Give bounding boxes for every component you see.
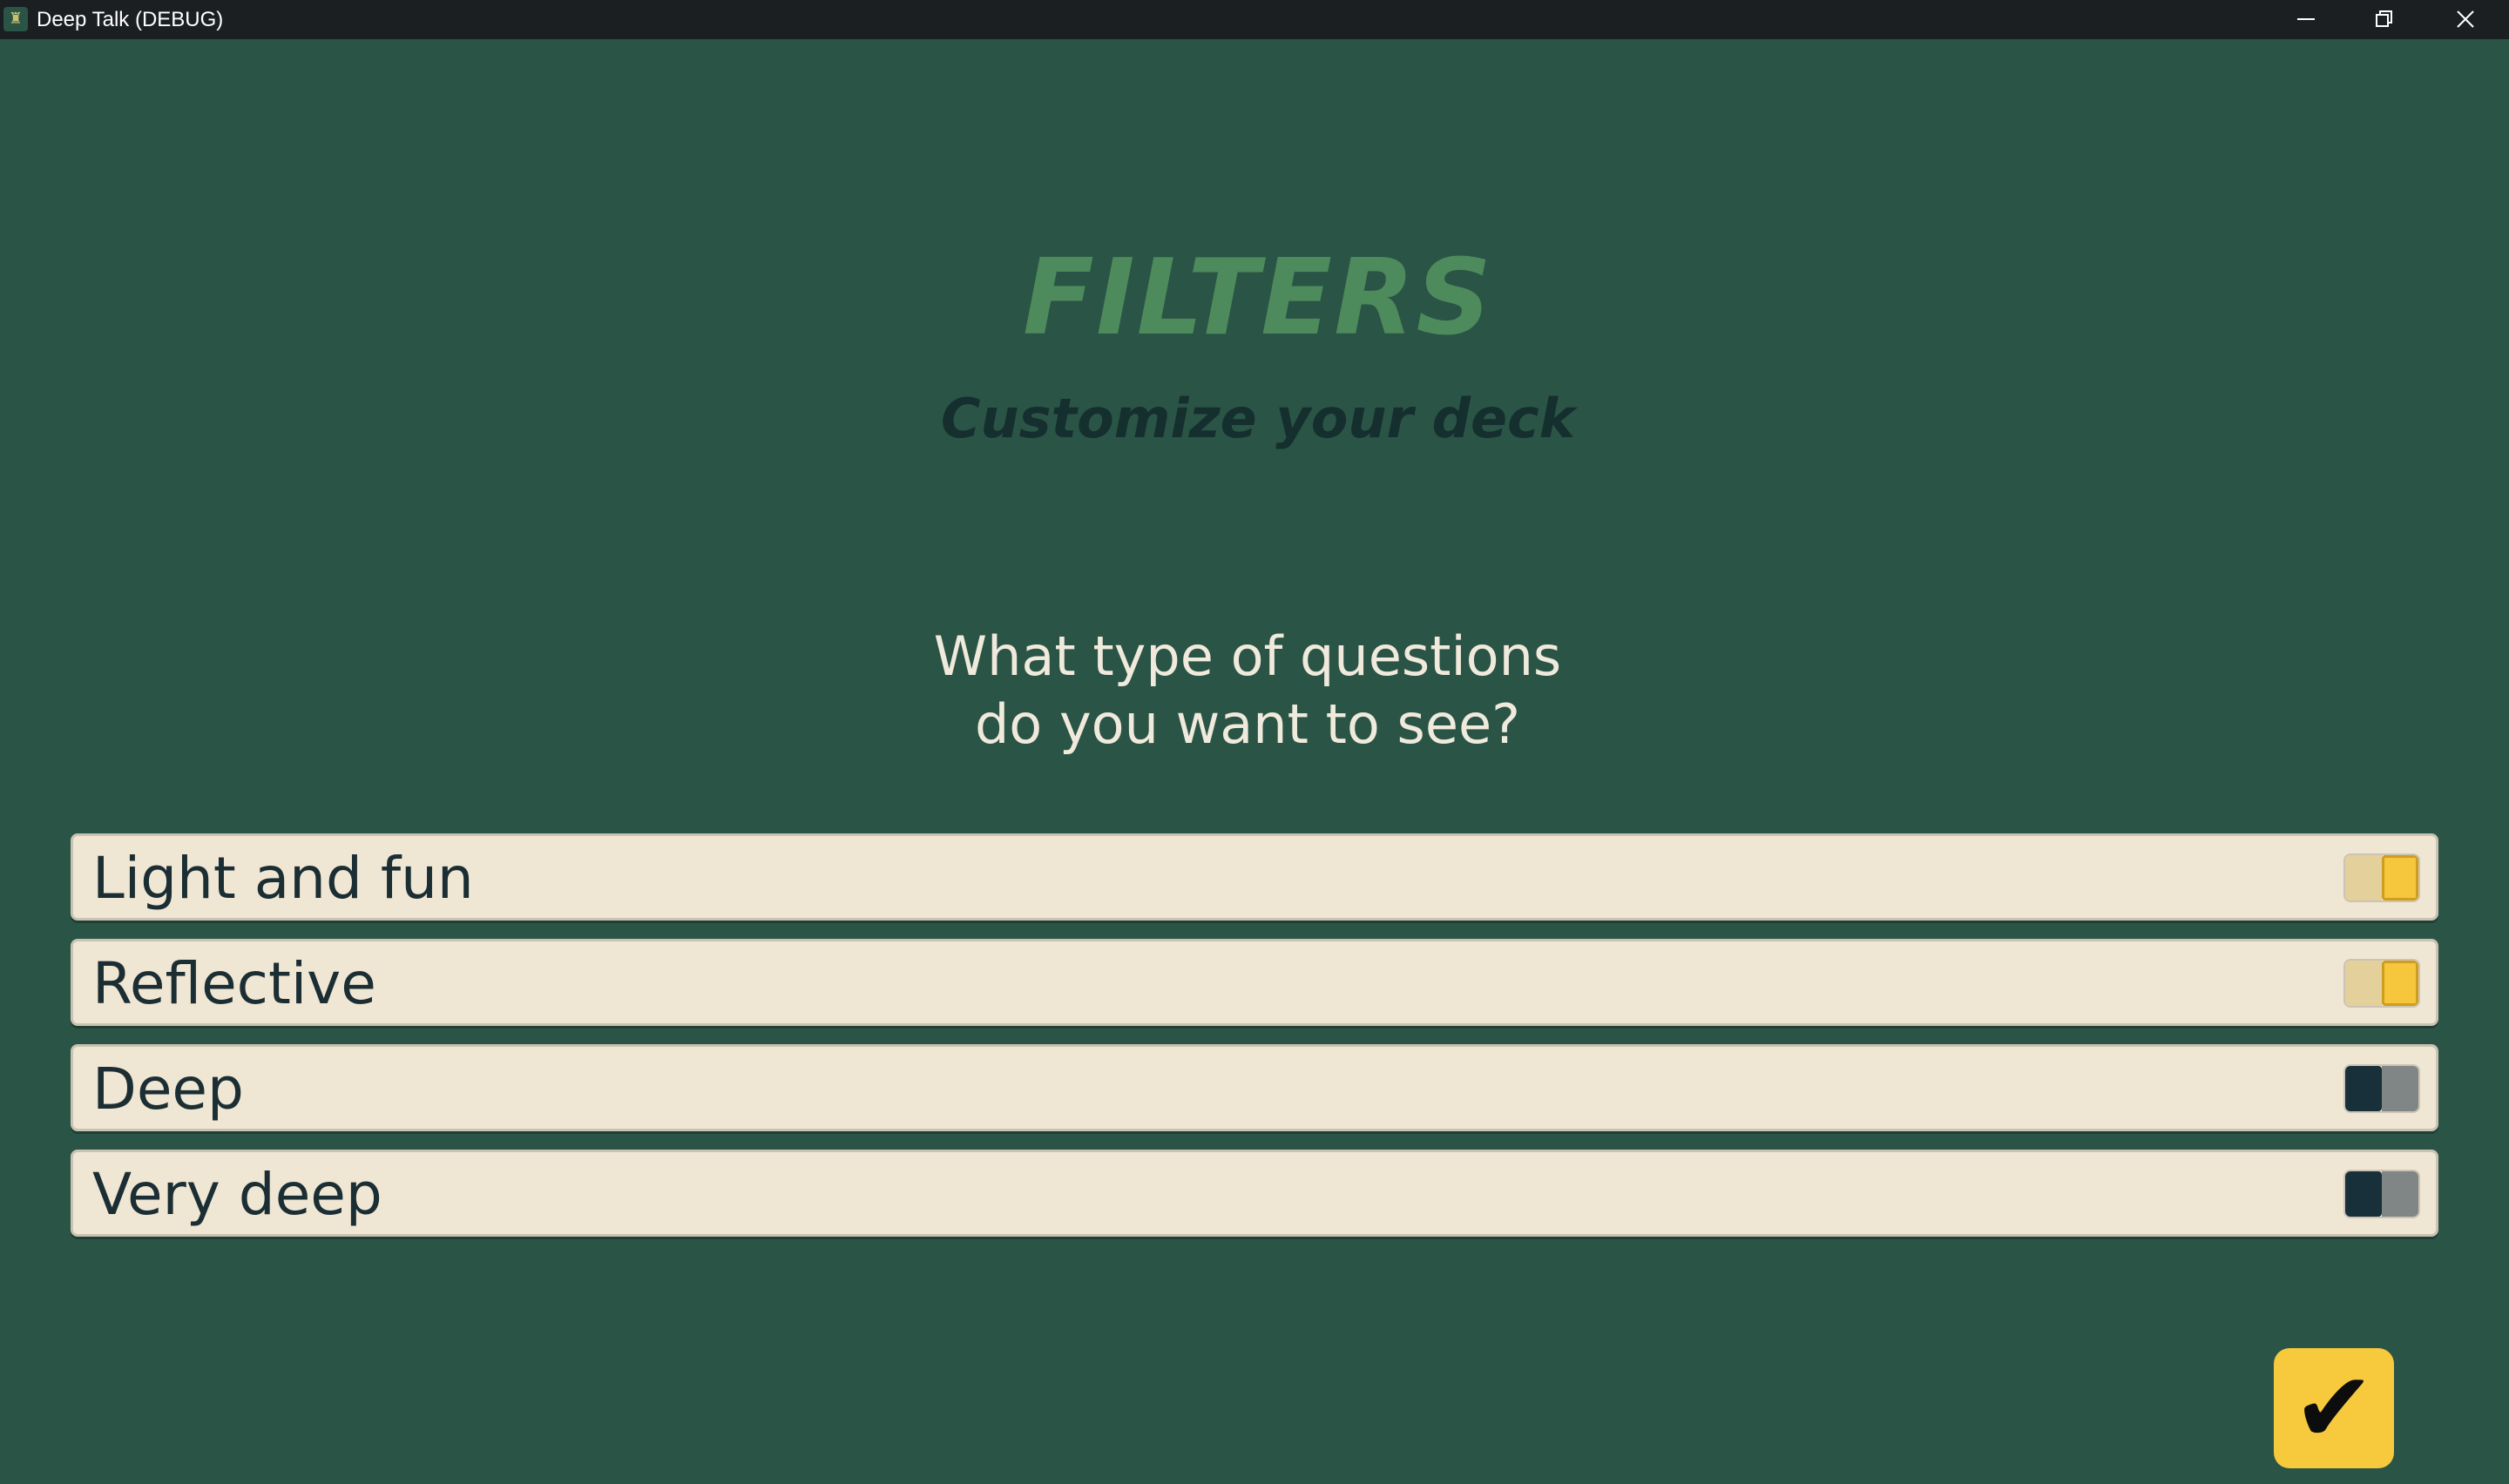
question-prompt: What type of questions do you want to se… [0, 623, 2495, 759]
filter-row-light-and-fun[interactable]: Light and fun [71, 833, 2438, 921]
toggle-track [2345, 961, 2382, 1006]
page-title: FILTERS [1023, 238, 1493, 359]
filter-row-deep[interactable]: Deep [71, 1044, 2438, 1131]
restore-button[interactable] [2345, 0, 2424, 39]
toggle-knob [2345, 1171, 2382, 1217]
filter-toggle[interactable] [2345, 855, 2418, 901]
page-subtitle: Customize your deck [940, 387, 1576, 450]
confirm-button[interactable]: ✔ [2274, 1348, 2394, 1468]
filters-screen: FILTERS Customize your deck What type of… [0, 39, 2509, 1484]
question-line-2: do you want to see? [974, 692, 1521, 756]
filter-label: Light and fun [92, 845, 474, 912]
toggle-track [2345, 855, 2382, 901]
checkmark-icon: ✔ [2293, 1352, 2375, 1465]
toggle-knob [2382, 961, 2418, 1006]
filter-row-very-deep[interactable]: Very deep [71, 1150, 2438, 1237]
toggle-knob [2345, 1066, 2382, 1111]
filter-toggle[interactable] [2345, 1066, 2418, 1111]
toggle-track [2382, 1066, 2418, 1111]
minimize-button[interactable] [2267, 0, 2345, 39]
toggle-track [2382, 1171, 2418, 1217]
window-title: Deep Talk (DEBUG) [37, 8, 224, 31]
toggle-knob [2382, 855, 2418, 901]
restore-icon [2376, 10, 2392, 27]
app-icon: ♜ [3, 7, 28, 31]
close-icon [2457, 10, 2474, 28]
filter-toggle[interactable] [2345, 1171, 2418, 1217]
close-button[interactable] [2426, 0, 2505, 39]
filter-label: Very deep [92, 1161, 382, 1228]
window-titlebar[interactable]: ♜ Deep Talk (DEBUG) [0, 0, 2509, 39]
filter-list: Light and fun Reflective Deep Very deep [71, 833, 2438, 1255]
filter-label: Deep [92, 1056, 244, 1123]
filter-toggle[interactable] [2345, 961, 2418, 1006]
filter-row-reflective[interactable]: Reflective [71, 939, 2438, 1026]
minimize-icon [2297, 18, 2315, 20]
filter-label: Reflective [92, 950, 376, 1017]
question-line-1: What type of questions [933, 624, 1562, 688]
